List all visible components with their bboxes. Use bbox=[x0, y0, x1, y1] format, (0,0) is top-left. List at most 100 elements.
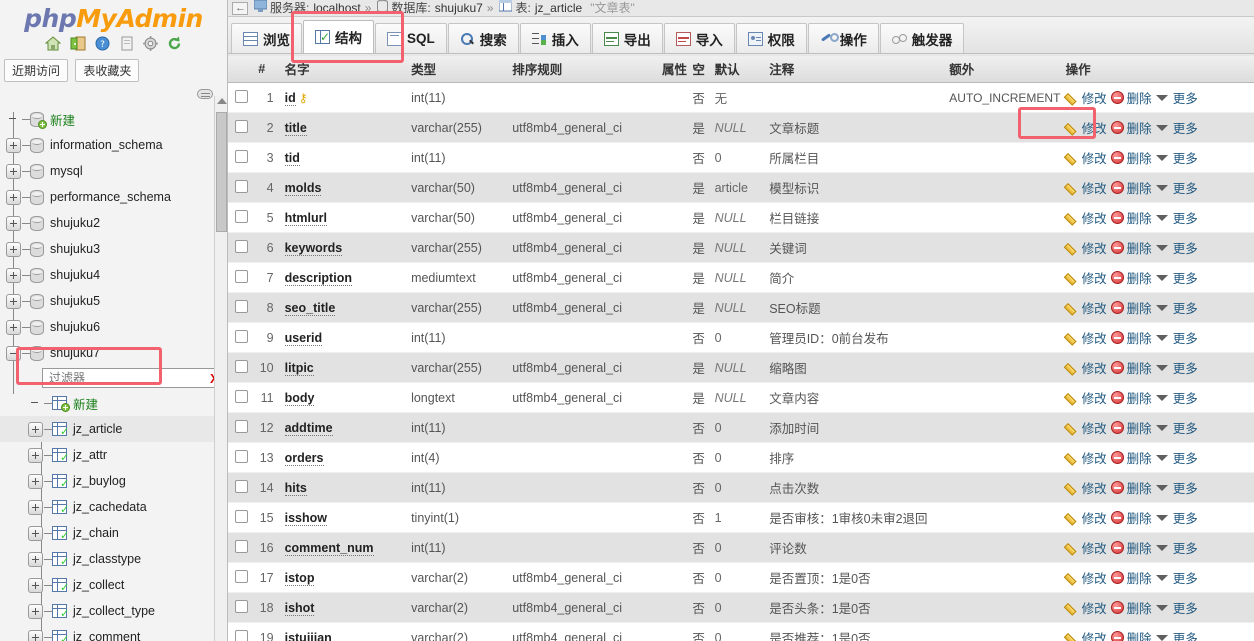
tab-import[interactable]: 导入 bbox=[663, 23, 735, 53]
drop-column-button[interactable]: 删除 bbox=[1110, 568, 1152, 587]
header-extra[interactable]: 额外 bbox=[945, 54, 1062, 83]
expand-icon[interactable] bbox=[6, 189, 21, 205]
more-actions-button[interactable]: 更多 bbox=[1155, 448, 1198, 467]
row-checkbox[interactable] bbox=[234, 389, 248, 403]
drop-column-button[interactable]: 删除 bbox=[1110, 388, 1152, 407]
phpmyadmin-logo[interactable]: phpMyAdmin bbox=[0, 0, 227, 35]
sidebar-table-jz_attr[interactable]: ✓ jz_attr bbox=[0, 442, 227, 468]
row-checkbox-cell[interactable] bbox=[228, 292, 255, 323]
edit-column-button[interactable]: 修改 bbox=[1066, 148, 1107, 167]
more-actions-button[interactable]: 更多 bbox=[1155, 388, 1198, 407]
expand-icon[interactable] bbox=[28, 629, 43, 641]
row-checkbox-cell[interactable] bbox=[228, 382, 255, 413]
tab-privileges[interactable]: 权限 bbox=[735, 23, 807, 53]
row-checkbox[interactable] bbox=[234, 479, 248, 493]
row-checkbox[interactable] bbox=[234, 509, 248, 523]
sidebar-table-jz_buylog[interactable]: ✓ jz_buylog bbox=[0, 468, 227, 494]
breadcrumb-table-value[interactable]: jz_article bbox=[535, 0, 582, 17]
edit-column-button[interactable]: 修改 bbox=[1066, 508, 1107, 527]
sidebar-table-jz_cachedata[interactable]: ✓ jz_cachedata bbox=[0, 494, 227, 520]
scrollbar-thumb[interactable] bbox=[216, 112, 227, 232]
row-checkbox-cell[interactable] bbox=[228, 472, 255, 503]
drop-column-button[interactable]: 删除 bbox=[1110, 148, 1152, 167]
row-checkbox[interactable] bbox=[234, 449, 248, 463]
expand-icon[interactable] bbox=[28, 421, 43, 437]
header-collation[interactable]: 排序规则 bbox=[508, 54, 658, 83]
row-checkbox-cell[interactable] bbox=[228, 442, 255, 473]
row-checkbox[interactable] bbox=[234, 629, 248, 641]
expand-icon[interactable] bbox=[28, 447, 43, 463]
expand-icon[interactable] bbox=[28, 551, 43, 567]
more-actions-button[interactable]: 更多 bbox=[1155, 268, 1198, 287]
sidebar-table-jz_classtype[interactable]: ✓ jz_classtype bbox=[0, 546, 227, 572]
more-actions-button[interactable]: 更多 bbox=[1155, 598, 1198, 617]
edit-column-button[interactable]: 修改 bbox=[1066, 538, 1107, 557]
row-checkbox-cell[interactable] bbox=[228, 622, 255, 641]
back-button[interactable] bbox=[232, 0, 248, 17]
more-actions-button[interactable]: 更多 bbox=[1155, 118, 1198, 137]
favorite-tables-button[interactable]: 表收藏夹 bbox=[75, 59, 140, 82]
sidebar-db-shujuku4[interactable]: shujuku4 bbox=[0, 262, 227, 288]
tab-export[interactable]: 导出 bbox=[591, 23, 663, 53]
edit-column-button[interactable]: 修改 bbox=[1066, 418, 1107, 437]
more-actions-button[interactable]: 更多 bbox=[1155, 178, 1198, 197]
more-actions-button[interactable]: 更多 bbox=[1155, 238, 1198, 257]
docs-icon[interactable] bbox=[120, 36, 134, 53]
sidebar-table-jz_comment[interactable]: ✓ jz_comment bbox=[0, 624, 227, 641]
row-checkbox[interactable] bbox=[234, 89, 248, 103]
sidebar-table-jz_collect[interactable]: ✓ jz_collect bbox=[0, 572, 227, 598]
row-checkbox-cell[interactable] bbox=[228, 532, 255, 563]
row-checkbox[interactable] bbox=[234, 269, 248, 283]
expand-icon[interactable] bbox=[6, 293, 21, 309]
sidebar-new-database[interactable]: 新建 bbox=[0, 106, 227, 132]
tab-search[interactable]: 搜索 bbox=[447, 23, 519, 53]
edit-column-button[interactable]: 修改 bbox=[1066, 298, 1107, 317]
more-actions-button[interactable]: 更多 bbox=[1155, 328, 1198, 347]
settings-icon[interactable] bbox=[143, 36, 159, 53]
edit-column-button[interactable]: 修改 bbox=[1066, 478, 1107, 497]
row-checkbox[interactable] bbox=[234, 539, 248, 553]
breadcrumb-db-value[interactable]: shujuku7 bbox=[435, 0, 483, 17]
more-actions-button[interactable]: 更多 bbox=[1155, 508, 1198, 527]
home-icon[interactable] bbox=[44, 36, 61, 53]
row-checkbox-cell[interactable] bbox=[228, 562, 255, 593]
row-checkbox-cell[interactable] bbox=[228, 82, 255, 113]
header-default[interactable]: 默认 bbox=[710, 54, 766, 83]
expand-icon[interactable] bbox=[6, 319, 21, 335]
sidebar-db-shujuku7[interactable]: shujuku7 bbox=[0, 340, 227, 366]
edit-column-button[interactable]: 修改 bbox=[1066, 388, 1107, 407]
row-checkbox[interactable] bbox=[234, 149, 248, 163]
drop-column-button[interactable]: 删除 bbox=[1110, 238, 1152, 257]
drop-column-button[interactable]: 删除 bbox=[1110, 178, 1152, 197]
edit-column-button[interactable]: 修改 bbox=[1066, 178, 1107, 197]
recent-tables-button[interactable]: 近期访问 bbox=[4, 59, 69, 82]
tab-insert[interactable]: 插入 bbox=[519, 23, 591, 53]
help-icon[interactable]: ? bbox=[95, 36, 110, 53]
more-actions-button[interactable]: 更多 bbox=[1155, 298, 1198, 317]
sidebar-db-shujuku5[interactable]: shujuku5 bbox=[0, 288, 227, 314]
expand-icon[interactable] bbox=[28, 499, 43, 515]
drop-column-button[interactable]: 删除 bbox=[1110, 298, 1152, 317]
row-checkbox[interactable] bbox=[234, 179, 248, 193]
drop-column-button[interactable]: 删除 bbox=[1110, 478, 1152, 497]
sidebar-table-jz_article[interactable]: ✓ jz_article bbox=[0, 416, 227, 442]
row-checkbox-cell[interactable] bbox=[228, 352, 255, 383]
expand-icon[interactable] bbox=[28, 525, 43, 541]
more-actions-button[interactable]: 更多 bbox=[1155, 478, 1198, 497]
scroll-up-arrow[interactable] bbox=[217, 98, 227, 104]
header-select-all[interactable] bbox=[228, 54, 255, 83]
header-name[interactable]: 名字 bbox=[280, 54, 408, 83]
edit-column-button[interactable]: 修改 bbox=[1066, 328, 1107, 347]
sidebar-db-shujuku2[interactable]: shujuku2 bbox=[0, 210, 227, 236]
drop-column-button[interactable]: 删除 bbox=[1110, 328, 1152, 347]
sidebar-new-table[interactable]: 新建 bbox=[0, 390, 227, 416]
drop-column-button[interactable]: 删除 bbox=[1110, 118, 1152, 137]
row-checkbox-cell[interactable] bbox=[228, 202, 255, 233]
edit-column-button[interactable]: 修改 bbox=[1066, 358, 1107, 377]
tab-browse[interactable]: 浏览 bbox=[231, 23, 302, 53]
sidebar-db-mysql[interactable]: mysql bbox=[0, 158, 227, 184]
sidebar-scrollbar[interactable] bbox=[214, 96, 227, 641]
sidebar-db-shujuku3[interactable]: shujuku3 bbox=[0, 236, 227, 262]
edit-column-button[interactable]: 修改 bbox=[1066, 268, 1107, 287]
row-checkbox[interactable] bbox=[234, 209, 248, 223]
